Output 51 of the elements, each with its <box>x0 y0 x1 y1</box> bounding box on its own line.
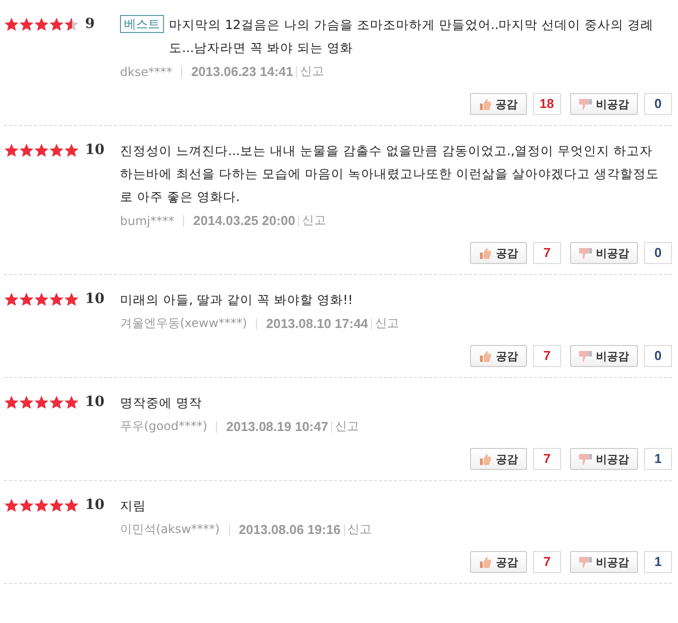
author-name: bumj**** <box>120 214 174 228</box>
rating-score: 10 <box>85 291 104 307</box>
author-name: 푸우(good****) <box>120 418 208 435</box>
thumbs-down-icon <box>579 454 592 464</box>
author-name: dkse**** <box>120 64 172 78</box>
dislike-button[interactable]: 비공감 <box>570 551 638 573</box>
like-count: 18 <box>532 93 561 115</box>
author-name: 이민석(aksw****) <box>120 521 220 538</box>
like-button[interactable]: 공감 <box>470 345 527 367</box>
dislike-button[interactable]: 비공감 <box>570 345 638 367</box>
author-name: 겨울엔우동(xeww****) <box>120 315 248 332</box>
thumbs-down-icon <box>579 350 592 362</box>
rating-score: 10 <box>85 394 104 410</box>
review-date: 2013.08.19 10:47 <box>226 419 328 434</box>
thumbs-up-icon <box>479 350 492 362</box>
dislike-button[interactable]: 비공감 <box>570 448 638 470</box>
rating-score: 10 <box>85 497 104 513</box>
review-text: 명작중에 명작 <box>120 394 202 412</box>
review-date: 2013.08.06 19:16 <box>238 522 341 537</box>
review-text: 지림 <box>120 497 146 515</box>
like-button[interactable]: 공감 <box>470 93 527 115</box>
like-button[interactable]: 공감 <box>470 551 527 573</box>
thumbs-up-icon <box>478 98 492 110</box>
rating-score: 9 <box>85 16 95 32</box>
like-button[interactable]: 공감 <box>470 448 527 470</box>
review-text: 진정성이 느껴진다...보는 내내 눈물을 감출수 없을만큼 감동이었고.,열정이 무엇인지 하고자하는바에 최선을 다하는 모습에 마음이 녹아내렸고나또한 이런삶을 살아야겠다고 생각할정도로 아주 좋은 영화다. <box>120 142 660 206</box>
like-count: 7 <box>533 551 561 573</box>
review-text: 마지막의 12걸음은 나의 가슴을 조마조마하게 만들었어..마지막 선데이 중사의 경례도...남자라면 꼭 봐야 되는 영화 <box>169 16 655 57</box>
review-text: 미래의 아들, 딸과 같이 꼭 봐야할 영화!! <box>120 291 353 309</box>
dislike-count: 0 <box>644 345 672 367</box>
thumbs-down-icon <box>579 248 592 258</box>
dislike-button[interactable]: 비공감 <box>570 93 638 115</box>
review-date: 2013.06.23 14:41 <box>191 64 294 79</box>
like-count: 7 <box>533 242 561 264</box>
like-count: 7 <box>533 448 561 470</box>
dislike-count: 0 <box>644 242 672 264</box>
best-badge: 베스트 <box>120 15 164 33</box>
thumbs-up-icon <box>479 556 492 568</box>
like-button[interactable]: 공감 <box>470 242 527 264</box>
thumbs-down-icon <box>579 98 592 110</box>
like-count: 7 <box>533 345 561 367</box>
review-date: 2013.08.10 17:44 <box>266 316 368 331</box>
thumbs-down-icon <box>579 556 592 568</box>
thumbs-up-icon <box>479 248 492 258</box>
review-date: 2014.03.25 20:00 <box>193 213 296 228</box>
dislike-count: 1 <box>644 448 672 470</box>
rating-score: 10 <box>85 142 104 158</box>
dislike-count: 1 <box>644 551 672 573</box>
thumbs-up-icon <box>479 454 492 464</box>
dislike-button[interactable]: 비공감 <box>570 242 638 264</box>
dislike-count: 0 <box>644 93 672 115</box>
